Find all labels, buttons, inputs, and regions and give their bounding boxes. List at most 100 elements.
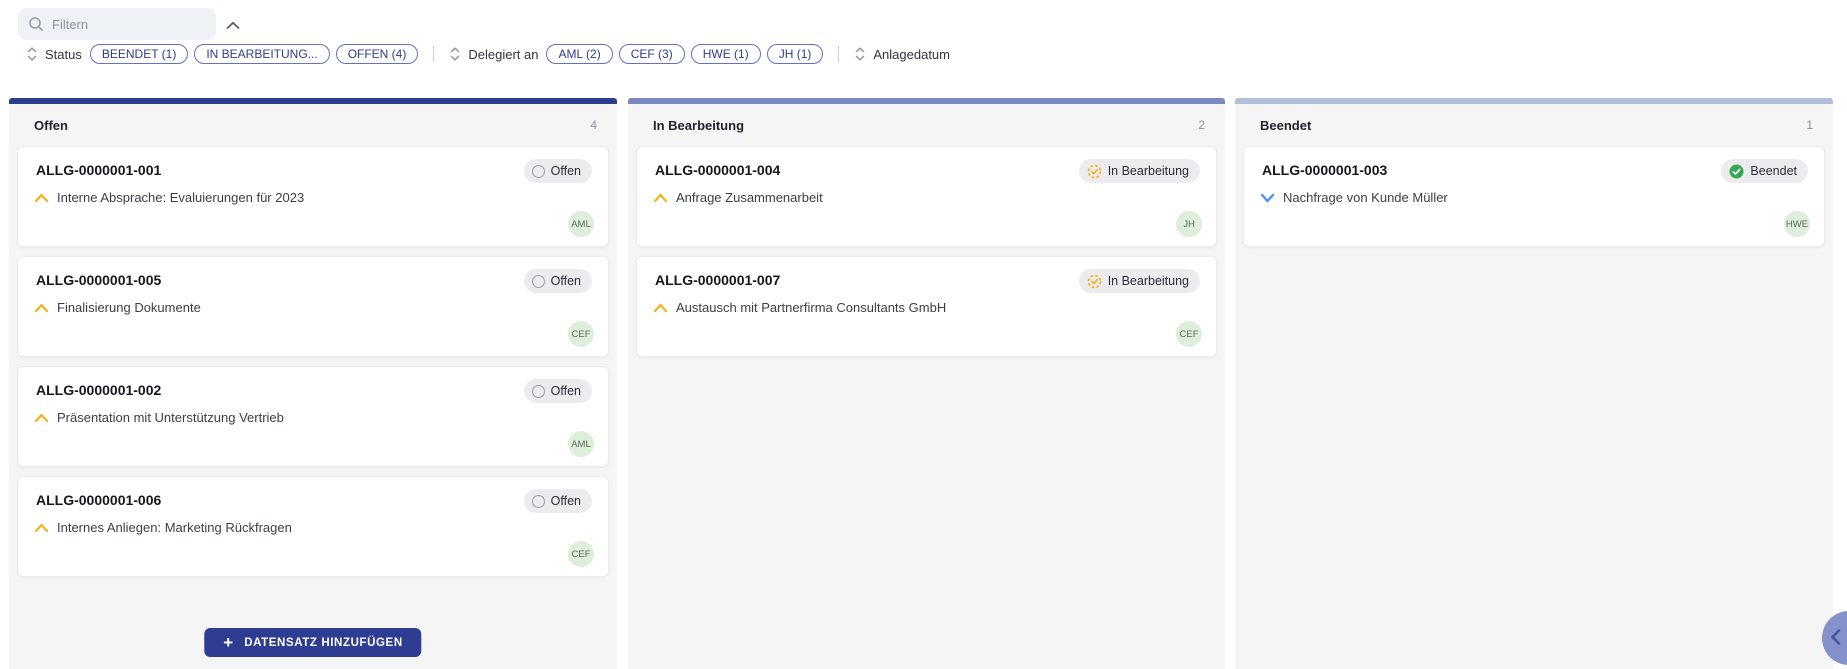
filter-label: Delegiert an [468,46,539,62]
card-id: ALLG-0000001-002 [36,382,162,398]
column-title: Beendet [1260,117,1312,133]
card-description-row: Präsentation mit Unterstützung Vertrieb [34,410,284,425]
status-badge-label: In Bearbeitung [1107,274,1189,288]
chevron-left-icon [1831,629,1841,645]
status-open-icon [531,384,545,398]
card-description-row: Austausch mit Partnerfirma Consultants G… [653,300,946,315]
filter-row: Status BEENDET (1) IN BEARBEITUNG... OFFEN… [26,42,958,66]
assignee-avatar: JH [1176,211,1202,237]
status-badge: Beendet [1721,159,1808,183]
filter-group-anlagedatum: Anlagedatum [854,46,958,62]
card-description-row: Internes Anliegen: Marketing Rückfragen [34,520,292,535]
kanban-board: Offen 4 ALLG-0000001-001 Offen Interne A… [0,98,1847,669]
status-badge: In Bearbeitung [1078,269,1200,293]
status-badge-label: Offen [550,384,581,398]
card-description-row: Interne Absprache: Evaluierungen für 202… [34,190,304,205]
filter-label: Anlagedatum [873,46,950,62]
filter-pill[interactable]: HWE (1) [690,44,761,64]
status-badge: Offen [523,489,592,513]
toolbar: Status BEENDET (1)IN BEARBEITUNG...OFFEN… [0,0,1847,98]
assignee-avatar: AML [568,211,594,237]
card-list: ALLG-0000001-001 Offen Interne Absprache… [9,146,617,577]
status-badge-label: In Bearbeitung [1107,164,1189,178]
card-description: Präsentation mit Unterstützung Vertrieb [57,410,284,425]
search-box[interactable] [18,8,216,40]
card-id: ALLG-0000001-003 [1262,162,1388,178]
status-badge-label: Offen [550,494,581,508]
filter-label: Status [45,46,82,62]
filter-pills: AML (2) CEF (3) HWE (1) JH (1) [546,44,824,64]
priority-up-icon [653,303,668,312]
record-card[interactable]: ALLG-0000001-006 Offen Internes Anliegen… [17,476,609,577]
priority-up-icon [34,193,49,202]
column-count: 4 [590,118,597,132]
record-card[interactable]: ALLG-0000001-007 In Bearbeitung Austausc… [636,256,1217,357]
card-description: Finalisierung Dokumente [57,300,201,315]
card-description-row: Anfrage Zusammenarbeit [653,190,823,205]
assignee-avatar: AML [568,431,594,457]
assignee-avatar: CEF [568,321,594,347]
card-description: Anfrage Zusammenarbeit [676,190,823,205]
status-open-icon [531,164,545,178]
divider [838,46,840,62]
card-id: ALLG-0000001-007 [655,272,781,288]
filter-pill[interactable]: JH (1) [766,44,824,64]
record-card[interactable]: ALLG-0000001-004 In Bearbeitung Anfrage … [636,146,1217,247]
collapse-filterbar-button[interactable] [222,16,244,34]
status-in-progress-icon [1087,164,1102,178]
search-icon [29,17,43,31]
kanban-app: Status BEENDET (1)IN BEARBEITUNG...OFFEN… [0,0,1847,669]
card-description: Internes Anliegen: Marketing Rückfragen [57,520,292,535]
card-id: ALLG-0000001-004 [655,162,781,178]
card-id: ALLG-0000001-005 [36,272,162,288]
column-beendet: Beendet 1 ALLG-0000001-003 Beendet Nachf… [1235,98,1833,669]
assignee-avatar: CEF [568,541,594,567]
priority-up-icon [653,193,668,202]
record-card[interactable]: ALLG-0000001-005 Offen Finalisierung Dok… [17,256,609,357]
column-count: 1 [1806,118,1813,132]
chevron-up-icon [226,21,240,29]
filter-pill[interactable]: IN BEARBEITUNG... [194,44,330,64]
status-open-icon [531,274,545,288]
filter-group-delegiert-an: Delegiert an AML (2) CEF (3) HWE (1) JH (1) [449,44,824,64]
status-badge: Offen [523,379,592,403]
divider [433,46,435,62]
card-id: ALLG-0000001-006 [36,492,162,508]
status-open-icon [531,494,545,508]
filter-pill[interactable]: BEENDET (1) [89,44,189,64]
plus-icon: + [223,632,234,652]
filter-group-status: Status BEENDET (1) IN BEARBEITUNG... OFFEN… [26,44,419,64]
filter-pill[interactable]: OFFEN (4) [335,44,419,64]
assignee-avatar: CEF [1176,321,1202,347]
sort-icon[interactable] [26,46,38,62]
priority-up-icon [34,523,49,532]
card-list: ALLG-0000001-003 Beendet Nachfrage von K… [1235,146,1833,247]
column-offen: Offen 4 ALLG-0000001-001 Offen Interne A… [9,98,617,669]
filter-input[interactable] [52,16,202,32]
card-description: Nachfrage von Kunde Müller [1283,190,1448,205]
card-description: Interne Absprache: Evaluierungen für 202… [57,190,305,205]
record-card[interactable]: ALLG-0000001-003 Beendet Nachfrage von K… [1243,146,1825,247]
status-in-progress-icon [1087,274,1102,288]
sort-icon[interactable] [449,46,461,62]
priority-up-icon [34,303,49,312]
priority-down-icon [1260,193,1275,202]
status-badge-label: Offen [550,274,581,288]
card-description-row: Nachfrage von Kunde Müller [1260,190,1448,205]
sort-icon[interactable] [854,46,866,62]
status-badge: Offen [523,159,592,183]
record-card[interactable]: ALLG-0000001-001 Offen Interne Absprache… [17,146,609,247]
card-description: Austausch mit Partnerfirma Consultants G… [676,300,947,315]
column-header: In Bearbeitung 2 [628,104,1225,146]
card-id: ALLG-0000001-001 [36,162,162,178]
card-list: ALLG-0000001-004 In Bearbeitung Anfrage … [628,146,1225,357]
add-record-button[interactable]: + DATENSATZ HINZUFÜGEN [204,628,422,657]
column-header: Offen 4 [9,104,617,146]
filter-pill[interactable]: CEF (3) [618,44,685,64]
filter-pill[interactable]: AML (2) [546,44,613,64]
status-done-icon [1729,164,1744,178]
column-title: Offen [34,117,68,133]
column-count: 2 [1198,118,1205,132]
record-card[interactable]: ALLG-0000001-002 Offen Präsentation mit … [17,366,609,467]
status-badge: In Bearbeitung [1078,159,1200,183]
